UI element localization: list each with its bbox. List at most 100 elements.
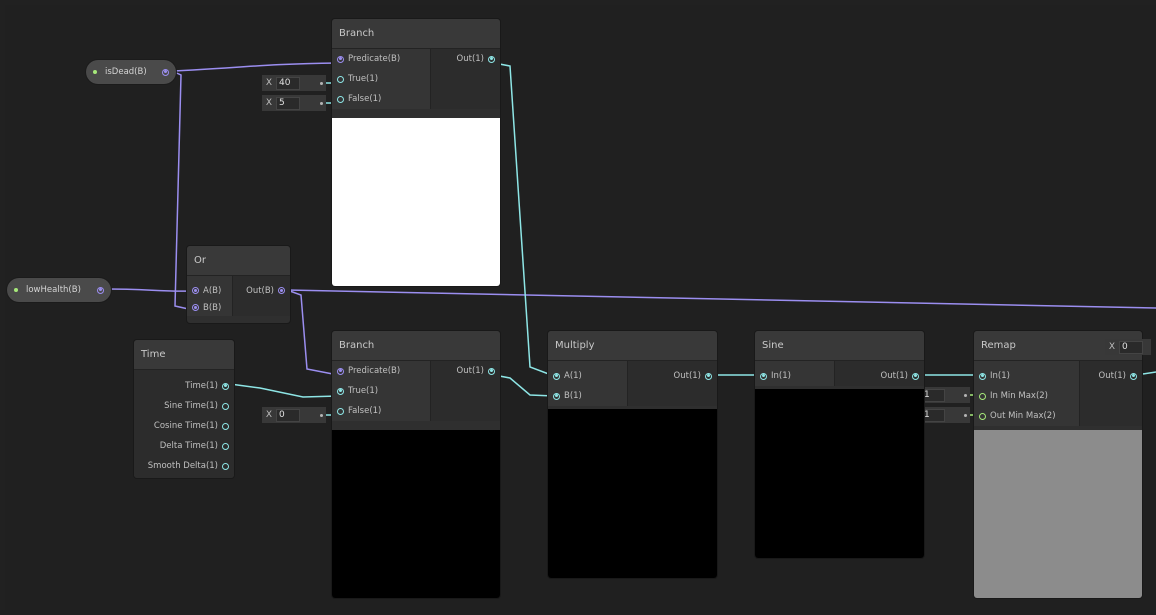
port-dot[interactable] bbox=[222, 422, 229, 430]
input-port-b[interactable]: B(1) bbox=[548, 386, 627, 406]
branch-top-true-field[interactable]: X 40 bbox=[262, 75, 326, 91]
node-preview bbox=[755, 389, 924, 558]
input-port-in-min-max[interactable]: In Min Max(2) bbox=[974, 386, 1079, 406]
node-title[interactable]: Time bbox=[134, 340, 234, 370]
multiply-node[interactable]: Multiply A(1) B(1) Out(1) bbox=[548, 331, 717, 578]
value-input[interactable]: 0 bbox=[1119, 340, 1143, 354]
output-port[interactable] bbox=[162, 68, 169, 76]
output-port-out[interactable]: Out(1) bbox=[1080, 366, 1142, 386]
port-dot[interactable] bbox=[222, 402, 229, 410]
port-dot[interactable] bbox=[912, 372, 919, 380]
output-port-cosine-time[interactable]: Cosine Time(1) bbox=[134, 416, 234, 436]
input-port-a[interactable]: A(B) bbox=[187, 282, 232, 299]
node-preview bbox=[332, 118, 500, 286]
port-dot[interactable] bbox=[337, 387, 344, 395]
input-port-in[interactable]: In(1) bbox=[974, 366, 1079, 386]
output-port-out[interactable]: Out(1) bbox=[431, 49, 500, 69]
port-dot[interactable] bbox=[553, 392, 560, 400]
property-isdead[interactable]: isDead(B) bbox=[86, 60, 176, 84]
value-input[interactable]: 0 bbox=[276, 408, 300, 422]
port-label: Out(B) bbox=[246, 285, 274, 296]
property-label: isDead(B) bbox=[105, 67, 147, 77]
port-label: In(1) bbox=[771, 371, 791, 381]
axis-label: X bbox=[1108, 342, 1116, 352]
port-dot[interactable] bbox=[488, 55, 495, 63]
remap-node[interactable]: Remap In(1) In Min Max(2) Out Min Max(2)… bbox=[974, 331, 1142, 598]
node-title[interactable]: Sine bbox=[755, 331, 924, 361]
node-title[interactable]: Branch bbox=[332, 331, 500, 361]
output-port-out[interactable]: Out(1) bbox=[431, 361, 500, 381]
port-label: True(1) bbox=[348, 74, 379, 84]
port-dot[interactable] bbox=[979, 392, 986, 400]
port-dot[interactable] bbox=[337, 95, 344, 103]
time-node[interactable]: Time Time(1) Sine Time(1) Cosine Time(1)… bbox=[134, 340, 234, 478]
port-label: Out(1) bbox=[456, 366, 484, 376]
output-port-sine-time[interactable]: Sine Time(1) bbox=[134, 396, 234, 416]
output-port-delta-time[interactable]: Delta Time(1) bbox=[134, 436, 234, 456]
port-dot[interactable] bbox=[979, 372, 986, 380]
port-label: False(1) bbox=[348, 406, 382, 416]
output-port-out[interactable]: Out(1) bbox=[628, 366, 717, 386]
property-lowhealth[interactable]: lowHealth(B) bbox=[7, 278, 111, 302]
value-input-y[interactable]: 1 bbox=[921, 388, 945, 402]
port-dot[interactable] bbox=[278, 287, 285, 294]
output-port-time[interactable]: Time(1) bbox=[134, 376, 234, 396]
property-type-dot bbox=[93, 70, 97, 74]
connector-knob bbox=[964, 413, 967, 417]
input-port-true[interactable]: True(1) bbox=[332, 69, 430, 89]
port-dot[interactable] bbox=[222, 382, 229, 390]
port-dot[interactable] bbox=[222, 462, 229, 470]
remap-header-field[interactable]: X 0 bbox=[1105, 339, 1151, 355]
branch-bottom-false-field[interactable]: X 0 bbox=[262, 407, 326, 423]
axis-label: X bbox=[265, 410, 273, 420]
axis-label: X bbox=[265, 98, 273, 108]
branch-top-false-field[interactable]: X 5 bbox=[262, 95, 326, 111]
branch-node-top[interactable]: Branch Predicate(B) True(1) False(1) Out… bbox=[332, 19, 500, 286]
sine-node[interactable]: Sine In(1) Out(1) bbox=[755, 331, 924, 558]
port-dot[interactable] bbox=[337, 407, 344, 415]
value-input[interactable]: 5 bbox=[276, 96, 300, 110]
node-title[interactable]: Or bbox=[187, 246, 290, 276]
port-label: A(B) bbox=[203, 285, 222, 296]
node-title[interactable]: Branch bbox=[332, 19, 500, 49]
input-port-a[interactable]: A(1) bbox=[548, 366, 627, 386]
branch-node-bottom[interactable]: Branch Predicate(B) True(1) False(1) Out… bbox=[332, 331, 500, 598]
port-label: In Min Max(2) bbox=[990, 391, 1048, 401]
port-dot[interactable] bbox=[337, 367, 344, 375]
input-port-true[interactable]: True(1) bbox=[332, 381, 430, 401]
port-dot[interactable] bbox=[192, 304, 199, 311]
port-dot[interactable] bbox=[979, 412, 986, 420]
value-input-y[interactable]: 1 bbox=[921, 408, 945, 422]
port-dot[interactable] bbox=[553, 372, 560, 380]
port-label: A(1) bbox=[564, 371, 582, 381]
input-port-b[interactable]: B(B) bbox=[187, 299, 232, 316]
output-port-out[interactable]: Out(1) bbox=[835, 366, 924, 386]
node-preview bbox=[548, 409, 717, 578]
input-port-out-min-max[interactable]: Out Min Max(2) bbox=[974, 406, 1079, 426]
port-dot[interactable] bbox=[192, 287, 199, 294]
port-dot[interactable] bbox=[760, 372, 767, 380]
node-title[interactable]: Multiply bbox=[548, 331, 717, 361]
input-port-false[interactable]: False(1) bbox=[332, 89, 430, 109]
property-type-dot bbox=[14, 288, 18, 292]
input-port-predicate[interactable]: Predicate(B) bbox=[332, 361, 430, 381]
port-dot[interactable] bbox=[222, 442, 229, 450]
port-dot[interactable] bbox=[705, 372, 712, 380]
input-port-predicate[interactable]: Predicate(B) bbox=[332, 49, 430, 69]
port-label: Delta Time(1) bbox=[159, 441, 218, 451]
port-label: False(1) bbox=[348, 94, 382, 104]
port-dot[interactable] bbox=[337, 75, 344, 83]
input-port-false[interactable]: False(1) bbox=[332, 401, 430, 421]
port-dot[interactable] bbox=[337, 55, 344, 63]
or-node[interactable]: Or A(B) B(B) Out(B) bbox=[187, 246, 290, 323]
output-port-smooth-delta[interactable]: Smooth Delta(1) bbox=[134, 456, 234, 476]
port-label: Smooth Delta(1) bbox=[147, 461, 218, 471]
output-port-out[interactable]: Out(B) bbox=[233, 282, 290, 299]
output-port[interactable] bbox=[97, 286, 104, 294]
port-dot[interactable] bbox=[1130, 372, 1137, 380]
port-label: Sine Time(1) bbox=[164, 401, 218, 411]
port-label: In(1) bbox=[990, 371, 1010, 381]
input-port-in[interactable]: In(1) bbox=[755, 366, 834, 386]
value-input[interactable]: 40 bbox=[276, 76, 300, 90]
port-dot[interactable] bbox=[488, 367, 495, 375]
